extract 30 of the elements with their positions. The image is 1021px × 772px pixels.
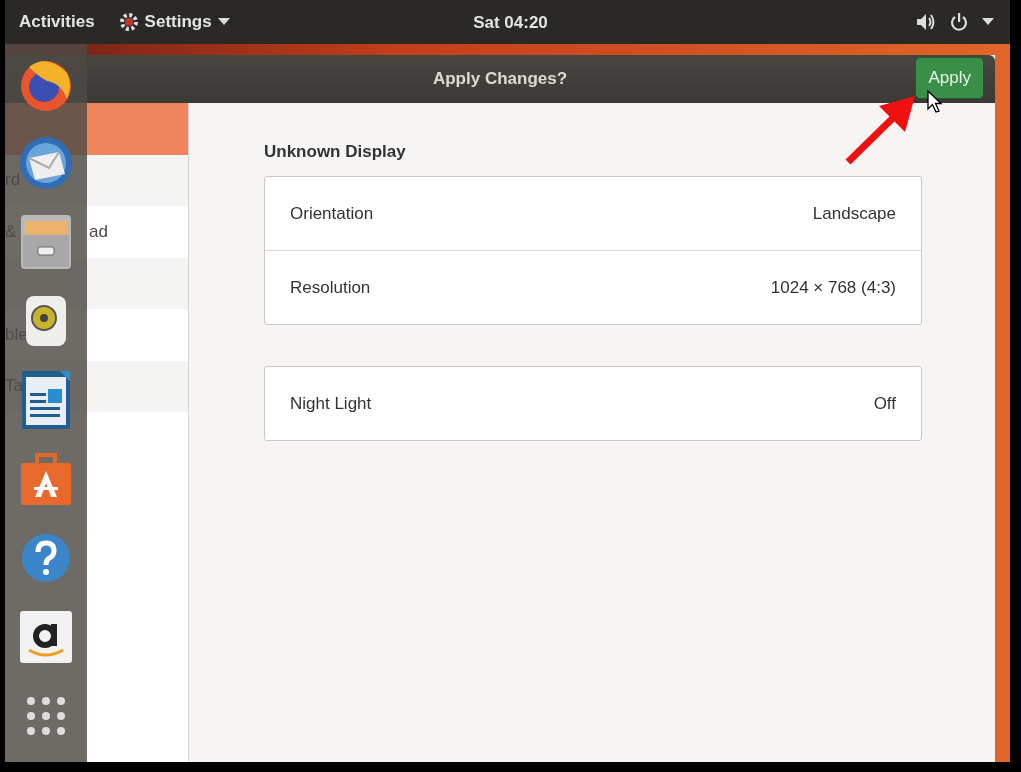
speaker-icon[interactable] [24, 293, 68, 348]
row-label: Night Light [290, 393, 372, 414]
settings-row[interactable]: Resolution 1024 × 768 (4:3) [265, 250, 921, 324]
apply-button[interactable]: Apply [915, 57, 984, 99]
settings-row[interactable]: Night Light Off [265, 367, 921, 440]
gear-icon [118, 12, 139, 32]
caret-icon[interactable] [982, 18, 994, 26]
cursor-icon [927, 90, 943, 114]
sidebar-label: ad [89, 221, 108, 242]
activities-button[interactable]: Activities [5, 12, 109, 32]
row-value: Landscape [812, 203, 896, 224]
sidebar-label: & [5, 221, 17, 242]
file-cabinet-icon[interactable] [19, 212, 73, 271]
app-grid-icon[interactable] [26, 695, 66, 736]
row-value: 1024 × 768 (4:3) [770, 277, 896, 298]
shopping-bag-icon[interactable] [19, 450, 73, 507]
settings-row[interactable]: Orientation Landscape [265, 177, 921, 250]
row-value: Off [873, 393, 896, 414]
document-icon[interactable] [20, 368, 72, 431]
row-label: Resolution [290, 277, 371, 298]
app-menu[interactable]: Settings [118, 12, 230, 32]
caret-icon [217, 18, 230, 26]
volume-icon[interactable] [916, 13, 936, 31]
section-title: Unknown Display [264, 142, 407, 162]
clock[interactable]: Sat 04:20 [473, 13, 548, 32]
help-icon[interactable] [21, 532, 71, 583]
shopping-logo-icon[interactable] [19, 609, 73, 664]
dialog-title: Apply Changes? [432, 69, 568, 89]
row-label: Orientation [290, 203, 374, 224]
power-icon[interactable] [950, 13, 968, 31]
